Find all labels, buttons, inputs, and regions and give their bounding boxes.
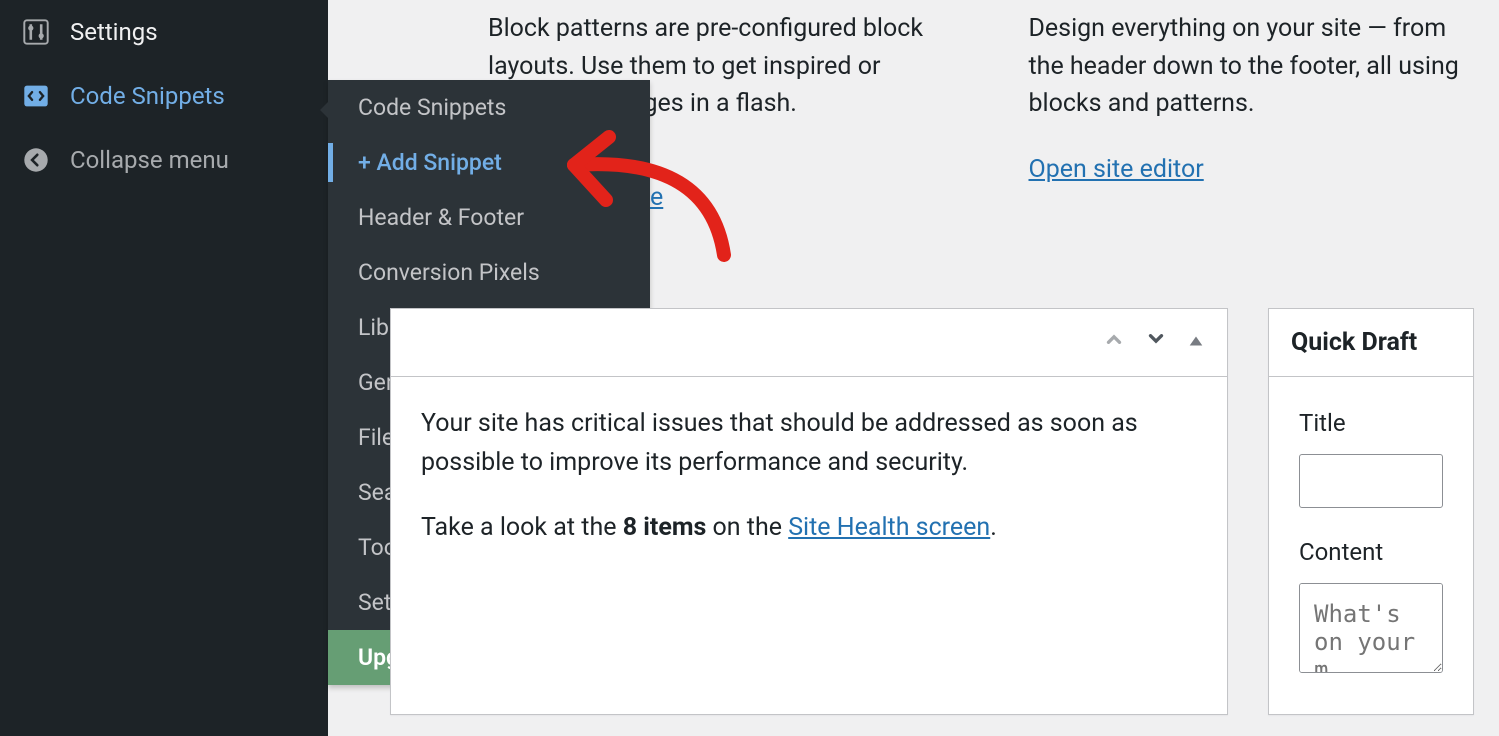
- admin-sidebar: Settings Code Snippets Collapse menu: [0, 0, 328, 736]
- sidebar-item-label: Code Snippets: [70, 82, 225, 110]
- triangle-up-icon[interactable]: [1187, 324, 1205, 362]
- settings-icon: [20, 16, 52, 48]
- text-fragment: on the: [706, 513, 788, 542]
- draft-title-input[interactable]: [1299, 454, 1443, 508]
- chevron-up-icon[interactable]: [1103, 324, 1125, 362]
- sidebar-item-collapse[interactable]: Collapse menu: [0, 128, 328, 192]
- chevron-down-icon[interactable]: [1145, 324, 1167, 362]
- dashboard-boxes: Your site has critical issues that shoul…: [400, 308, 1469, 715]
- submenu-header-footer[interactable]: Header & Footer: [328, 190, 650, 245]
- quick-draft-box: Quick Draft Title Content: [1268, 308, 1474, 715]
- sidebar-item-label: Collapse menu: [70, 146, 229, 174]
- text-fragment: Take a look at the: [421, 513, 623, 542]
- draft-content-textarea[interactable]: [1299, 583, 1443, 673]
- quick-draft-title: Quick Draft: [1291, 324, 1417, 362]
- design-column: Design everything on your site — from th…: [1029, 10, 1470, 188]
- site-health-cta: Take a look at the 8 items on the Site H…: [421, 509, 1197, 548]
- design-text: Design everything on your site — from th…: [1029, 10, 1470, 123]
- title-label: Title: [1299, 405, 1443, 442]
- open-site-editor-link[interactable]: Open site editor: [1029, 155, 1204, 184]
- sidebar-item-label: Settings: [70, 18, 158, 46]
- sidebar-item-settings[interactable]: Settings: [0, 0, 328, 64]
- submenu-conversion-pixels[interactable]: Conversion Pixels: [328, 245, 650, 300]
- submenu-add-snippet[interactable]: + Add Snippet: [328, 135, 650, 190]
- submenu-code-snippets[interactable]: Code Snippets: [328, 80, 650, 135]
- site-health-body: Your site has critical issues that shoul…: [391, 377, 1227, 575]
- sidebar-item-code-snippets[interactable]: Code Snippets: [0, 64, 328, 128]
- items-count: 8 items: [623, 513, 707, 542]
- quick-draft-body: Title Content: [1269, 377, 1473, 714]
- site-health-screen-link[interactable]: Site Health screen: [788, 513, 990, 542]
- site-health-header: [391, 309, 1227, 377]
- site-health-box: Your site has critical issues that shoul…: [390, 308, 1228, 715]
- content-label: Content: [1299, 534, 1443, 571]
- collapse-icon: [20, 144, 52, 176]
- quick-draft-header: Quick Draft: [1269, 309, 1473, 377]
- text-fragment: .: [990, 513, 997, 542]
- site-health-message: Your site has critical issues that shoul…: [421, 405, 1197, 483]
- code-icon: [20, 80, 52, 112]
- partial-link-fragment[interactable]: e: [650, 183, 663, 212]
